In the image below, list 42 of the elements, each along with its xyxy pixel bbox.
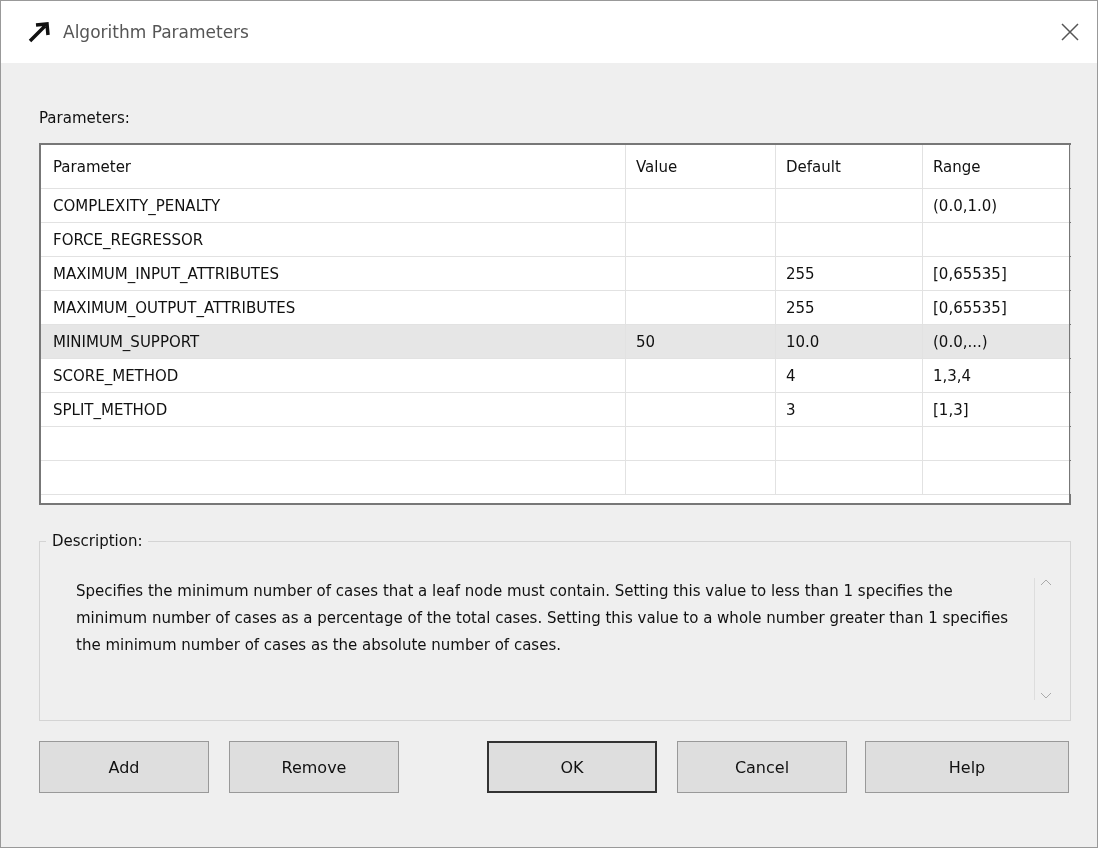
table-cell: MINIMUM_SUPPORT xyxy=(53,332,200,351)
scroll-up-icon[interactable] xyxy=(1039,578,1052,586)
table-cell: FORCE_REGRESSOR xyxy=(53,230,204,249)
column-header[interactable]: Default xyxy=(776,145,923,188)
table-row[interactable]: MAXIMUM_OUTPUT_ATTRIBUTES 255 [0,65535] xyxy=(41,291,1069,325)
table-cell: 255 xyxy=(786,298,815,317)
dialog-button[interactable]: Cancel xyxy=(677,741,847,793)
table-cell: 4 xyxy=(786,366,796,385)
description-label: Description: xyxy=(46,532,149,550)
table-row[interactable]: SPLIT_METHOD 3 [1,3] xyxy=(41,393,1069,427)
dialog-button[interactable]: OK xyxy=(487,741,657,793)
column-header[interactable]: Parameter xyxy=(41,145,626,188)
window-title: Algorithm Parameters xyxy=(63,22,250,42)
table-cell: MAXIMUM_OUTPUT_ATTRIBUTES xyxy=(53,298,296,317)
dialog-button[interactable]: Add xyxy=(39,741,209,793)
table-row[interactable]: COMPLEXITY_PENALTY (0.0,1.0) xyxy=(41,189,1069,223)
parameters-label: Parameters: xyxy=(39,109,131,127)
dialog-button[interactable]: Remove xyxy=(229,741,399,793)
table-cell: 255 xyxy=(786,264,815,283)
table-cell: SCORE_METHOD xyxy=(53,366,179,385)
column-header[interactable]: Value xyxy=(626,145,776,188)
table-row[interactable]: SCORE_METHOD 4 1,3,4 xyxy=(41,359,1069,393)
table-cell: MAXIMUM_INPUT_ATTRIBUTES xyxy=(53,264,280,283)
scroll-down-icon[interactable] xyxy=(1039,692,1052,700)
table-cell: COMPLEXITY_PENALTY xyxy=(53,196,221,215)
table-row[interactable]: MINIMUM_SUPPORT 50 10.0 (0.0,...) xyxy=(41,325,1069,359)
table-cell: 1,3,4 xyxy=(933,366,972,385)
column-header[interactable]: Range xyxy=(923,145,1071,188)
table-row[interactable]: FORCE_REGRESSOR xyxy=(41,223,1069,257)
table-cell: [0,65535] xyxy=(933,298,1007,317)
description-text: Specifies the minimum number of cases that a leaf node must contain. Setting this value to less than 1 specifies the minimum number of cases as a percentage of the total cases. Setting this value to a whole number greater than 1 specifies the minimum number of cases as the absolute number of cases. xyxy=(76,581,1009,656)
table-row[interactable]: MAXIMUM_INPUT_ATTRIBUTES 255 [0,65535] xyxy=(41,257,1069,291)
table-cell: (0.0,...) xyxy=(933,332,988,351)
table-cell: 10.0 xyxy=(786,332,820,351)
table-cell: 3 xyxy=(786,400,796,419)
table-cell: SPLIT_METHOD xyxy=(53,400,168,419)
arrow-icon xyxy=(27,21,53,43)
dialog-button[interactable]: Help xyxy=(865,741,1069,793)
table-cell: [0,65535] xyxy=(933,264,1007,283)
table-cell: 50 xyxy=(636,332,656,351)
table-cell: (0.0,1.0) xyxy=(933,196,998,215)
table-cell: [1,3] xyxy=(933,400,969,419)
